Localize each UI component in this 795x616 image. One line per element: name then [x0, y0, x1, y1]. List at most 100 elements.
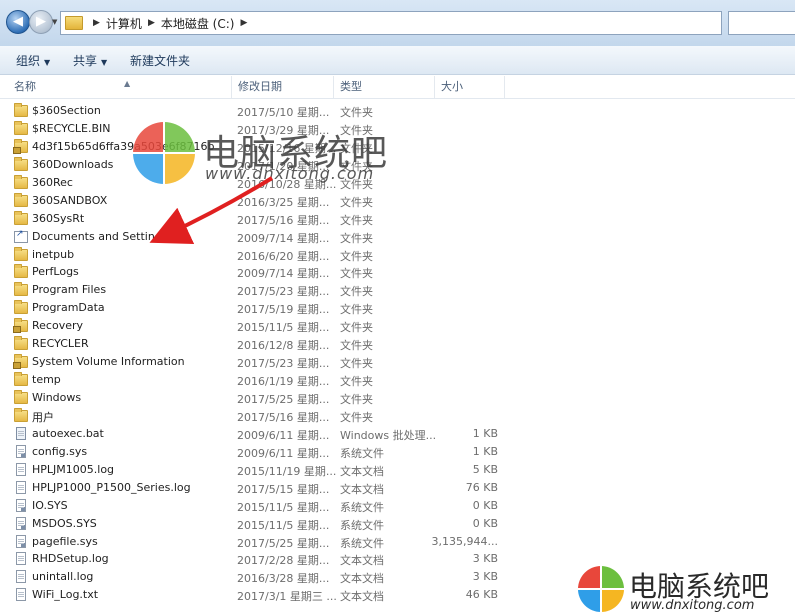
folder-icon: [14, 120, 28, 135]
file-size: 1 KB: [472, 444, 498, 458]
text-file-icon: [16, 552, 26, 566]
breadcrumb-separator-icon[interactable]: ▶: [240, 18, 247, 28]
locked-folder-icon: [13, 138, 28, 154]
column-name[interactable]: 名称 ▲: [8, 76, 232, 98]
file-type: 系统文件: [340, 518, 384, 532]
folder-icon: [14, 156, 28, 171]
column-size[interactable]: 大小: [435, 76, 505, 98]
file-row[interactable]: System Volume Information 2017/5/23 星期...…: [0, 354, 795, 372]
file-row[interactable]: 用户 2017/5/16 星期... 文件夹: [0, 407, 795, 426]
column-name-label: 名称: [14, 80, 36, 93]
file-name: Documents and Settings: [32, 229, 168, 243]
address-input[interactable]: ▶ 计算机 ▶ 本地磁盘 (C:) ▶: [60, 11, 722, 35]
file-size: 0 KB: [472, 516, 498, 530]
file-date: 2016/3/25 星期...: [237, 195, 330, 209]
file-name: 360SysRt: [32, 211, 85, 225]
breadcrumb-separator-icon[interactable]: ▶: [148, 18, 155, 28]
file-row[interactable]: autoexec.bat 2009/6/11 星期... Windows 批处理..…: [0, 426, 795, 444]
file-name: inetpub: [32, 247, 75, 261]
file-row[interactable]: RECYCLER 2016/12/8 星期... 文件夹: [0, 336, 795, 354]
file-date: 2017/5/16 星期...: [237, 213, 330, 227]
file-name: PerfLogs: [32, 265, 79, 279]
file-date: 2015/11/5 星期...: [237, 518, 330, 532]
file-row[interactable]: Windows 2017/5/25 星期... 文件夹: [0, 390, 795, 408]
breadcrumb-local-disk[interactable]: 本地磁盘 (C:): [161, 15, 235, 32]
file-date: 2016/12/8 星期...: [237, 339, 330, 353]
text-file-icon: [16, 570, 26, 584]
file-type: 文件夹: [340, 357, 373, 371]
file-row[interactable]: Recovery 2015/11/5 星期... 文件夹: [0, 318, 795, 336]
file-row[interactable]: $360Section 2017/5/10 星期... 文件夹: [0, 103, 795, 121]
file-name: Windows: [32, 391, 82, 404]
file-type: 系统文件: [340, 500, 384, 514]
file-type: 文件夹: [340, 339, 373, 353]
shortcut-folder-icon: [14, 229, 28, 243]
file-type: 文件夹: [340, 195, 373, 209]
file-row[interactable]: inetpub 2016/6/20 星期... 文件夹: [0, 246, 795, 265]
column-type-label: 类型: [340, 80, 362, 93]
file-row[interactable]: 360SysRt 2017/5/16 星期... 文件夹: [0, 210, 795, 229]
file-name: HPLJP1000_P1500_Series.log: [32, 480, 191, 494]
column-header: 名称 ▲ 修改日期 类型 大小: [0, 76, 795, 99]
file-size: 3,135,944...: [431, 534, 498, 548]
folder-icon: [14, 407, 28, 422]
file-name: RHDSetup.log: [32, 552, 109, 566]
column-type[interactable]: 类型: [334, 76, 435, 98]
file-row[interactable]: ProgramData 2017/5/19 星期... 文件夹: [0, 300, 795, 318]
folder-icon: [14, 103, 28, 117]
column-date[interactable]: 修改日期: [232, 76, 334, 98]
file-type: Windows 批处理...: [340, 428, 437, 442]
system-file-icon: [16, 534, 26, 548]
file-row[interactable]: PerfLogs 2009/7/14 星期... 文件夹: [0, 264, 795, 282]
file-date: 2017/5/15 星期...: [237, 482, 330, 496]
file-type: 文件夹: [340, 410, 373, 424]
file-name: 360SANDBOX: [32, 193, 108, 207]
file-row[interactable]: HPLJP1000_P1500_Series.log 2017/5/15 星期..…: [0, 480, 795, 498]
file-type: 系统文件: [340, 536, 384, 550]
recent-pages-chevron-icon[interactable]: ▼: [52, 18, 57, 26]
file-row[interactable]: config.sys 2009/6/11 星期... 系统文件 1 KB: [0, 444, 795, 462]
folder-icon: [14, 192, 28, 207]
file-name: HPLJM1005.log: [32, 462, 115, 476]
file-type: 文件夹: [340, 285, 373, 299]
file-name: RECYCLER: [32, 337, 89, 351]
folder-icon: [14, 336, 28, 351]
new-folder-button[interactable]: 新建文件夹: [130, 52, 190, 69]
file-row[interactable]: 360SANDBOX 2016/3/25 星期... 文件夹: [0, 192, 795, 211]
file-date: 2015/11/5 星期...: [237, 500, 330, 514]
watermark-center: 电脑系统吧 www.dnxitong.com: [133, 122, 403, 192]
breadcrumb-computer[interactable]: 计算机: [106, 15, 142, 32]
organize-button[interactable]: 组织 ▼: [16, 52, 50, 69]
folder-icon: [14, 246, 28, 261]
file-size: 0 KB: [472, 498, 498, 512]
file-row[interactable]: temp 2016/1/19 星期... 文件夹: [0, 372, 795, 390]
file-row[interactable]: IO.SYS 2015/11/5 星期... 系统文件 0 KB: [0, 498, 795, 516]
file-type: 文件夹: [340, 303, 373, 317]
new-folder-label: 新建文件夹: [130, 54, 191, 68]
file-date: 2016/1/19 星期...: [237, 375, 330, 389]
file-row[interactable]: HPLJM1005.log 2015/11/19 星期... 文本文档 5 KB: [0, 462, 795, 480]
file-row[interactable]: Program Files 2017/5/23 星期... 文件夹: [0, 282, 795, 300]
file-name: 360Rec: [32, 175, 73, 189]
file-row[interactable]: pagefile.sys 2017/5/25 星期... 系统文件 3,135,944…: [0, 534, 795, 552]
share-button[interactable]: 共享 ▼: [73, 52, 107, 69]
breadcrumb-separator-icon[interactable]: ▶: [93, 18, 100, 28]
folder-icon: [14, 390, 28, 404]
system-file-icon: [16, 444, 26, 458]
folder-icon: [14, 210, 28, 225]
file-name: $360Section: [32, 104, 101, 117]
file-name: IO.SYS: [32, 498, 68, 512]
forward-arrow-icon[interactable]: ▶: [29, 10, 53, 34]
file-date: 2017/5/16 星期...: [237, 410, 330, 424]
file-row[interactable]: Documents and Settings 2009/7/14 星期... 文件夹: [0, 229, 795, 247]
file-row[interactable]: MSDOS.SYS 2015/11/5 星期... 系统文件 0 KB: [0, 516, 795, 534]
file-name: temp: [32, 373, 61, 387]
computer-folder-icon: [65, 16, 83, 30]
address-bar: ◀ ▶ ▼ ▶ 计算机 ▶ 本地磁盘 (C:) ▶: [0, 0, 795, 46]
search-input[interactable]: [728, 11, 795, 35]
file-name: WiFi_Log.txt: [32, 588, 99, 602]
file-date: 2017/5/23 星期...: [237, 285, 330, 299]
file-date: 2017/5/10 星期...: [237, 106, 330, 119]
back-arrow-icon[interactable]: ◀: [6, 10, 30, 34]
file-date: 2009/7/14 星期...: [237, 267, 330, 281]
